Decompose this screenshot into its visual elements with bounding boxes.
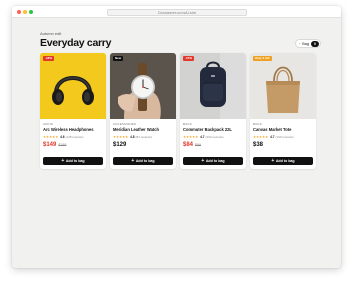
star-rating-icon: ★★★★★ xyxy=(253,134,269,139)
tote-bag-icon xyxy=(250,53,316,119)
product-category: ACCESSORIES xyxy=(113,122,137,126)
new-badge: New xyxy=(113,56,124,61)
minimize-window-button[interactable] xyxy=(23,10,27,14)
discount-badge: -15% xyxy=(183,56,195,61)
add-to-bag-label: Add to bag xyxy=(135,159,155,163)
product-card[interactable]: New ACCESSORIES Meridian Leather Watch ★… xyxy=(110,53,176,169)
product-prices: $149 $189 xyxy=(43,142,103,149)
bag-button[interactable]: Bag 0 xyxy=(295,39,321,48)
product-rating: ★★★★★ 4.7 (203 reviews) xyxy=(183,135,243,139)
product-image-watch[interactable]: New xyxy=(110,53,176,119)
add-to-bag-button[interactable]: + Add to bag xyxy=(183,157,243,165)
add-to-bag-button[interactable]: + Add to bag xyxy=(43,157,103,165)
discount-badge: -18% xyxy=(43,56,55,61)
original-price: $99 xyxy=(195,142,202,147)
review-count: (128 reviews) xyxy=(65,134,84,139)
maximize-window-button[interactable] xyxy=(29,10,33,14)
product-card[interactable]: Only 3 left BAGS Canvas Market Tote ★★★★… xyxy=(250,53,316,169)
product-category: BAGS xyxy=(183,122,192,126)
shopping-bag-icon xyxy=(299,42,301,45)
add-to-bag-label: Add to bag xyxy=(275,159,295,163)
product-category: BAGS xyxy=(253,122,262,126)
review-count: (84 reviews) xyxy=(135,134,152,139)
add-to-bag-button[interactable]: + Add to bag xyxy=(253,157,313,165)
plus-icon: + xyxy=(131,157,135,164)
product-rating: ★★★★★ 4.7 (160 reviews) xyxy=(253,135,313,139)
watch-icon xyxy=(110,53,176,119)
close-window-button[interactable] xyxy=(17,10,21,14)
backpack-icon xyxy=(180,53,246,119)
rating-score: 4.6 xyxy=(60,134,65,139)
product-prices: $38 xyxy=(253,142,313,149)
product-card[interactable]: -15% BAGS Commuter Backpack 22L ★★★★★ 4.… xyxy=(180,53,246,169)
sale-price: $149 xyxy=(43,141,57,148)
browser-window: Canvasrer-vccsAi.sim Autumn edit Everyda… xyxy=(12,6,341,268)
add-to-bag-label: Add to bag xyxy=(205,159,225,163)
original-price: $189 xyxy=(58,142,67,147)
product-grid: -18% AUDIO Arc Wireless Headphones ★★★★★… xyxy=(40,53,316,169)
product-name[interactable]: Commuter Backpack 22L xyxy=(183,127,243,132)
plus-icon: + xyxy=(61,157,65,164)
review-count: (160 reviews) xyxy=(275,134,294,139)
product-prices: $129 xyxy=(113,142,173,149)
product-image-backpack[interactable]: -15% xyxy=(180,53,246,119)
rating-score: 4.7 xyxy=(200,134,205,139)
stock-badge: Only 3 left xyxy=(253,56,272,61)
price: $129 xyxy=(113,141,127,148)
product-prices: $84 $99 xyxy=(183,142,243,149)
star-rating-icon: ★★★★★ xyxy=(43,134,59,139)
section-eyebrow: Autumn edit xyxy=(40,31,62,36)
sale-price: $84 xyxy=(183,141,194,148)
product-card[interactable]: -18% AUDIO Arc Wireless Headphones ★★★★★… xyxy=(40,53,106,169)
rating-score: 4.8 xyxy=(130,134,135,139)
page-title: Everyday carry xyxy=(40,37,112,49)
product-image-tote[interactable]: Only 3 left xyxy=(250,53,316,119)
plus-icon: + xyxy=(271,157,275,164)
headphones-icon xyxy=(40,53,106,119)
product-category: AUDIO xyxy=(43,122,54,126)
title-bar: Canvasrer-vccsAi.sim xyxy=(12,6,341,18)
product-rating: ★★★★★ 4.6 (128 reviews) xyxy=(43,135,103,139)
price: $38 xyxy=(253,141,264,148)
bag-label: Bag xyxy=(302,41,309,46)
plus-icon: + xyxy=(201,157,205,164)
bag-count-badge: 0 xyxy=(311,40,319,47)
product-name[interactable]: Arc Wireless Headphones xyxy=(43,127,103,132)
star-rating-icon: ★★★★★ xyxy=(183,134,199,139)
product-rating: ★★★★★ 4.8 (84 reviews) xyxy=(113,135,173,139)
add-to-bag-button[interactable]: + Add to bag xyxy=(113,157,173,165)
review-count: (203 reviews) xyxy=(205,134,224,139)
address-bar[interactable]: Canvasrer-vccsAi.sim xyxy=(107,8,247,16)
product-name[interactable]: Canvas Market Tote xyxy=(253,127,313,132)
star-rating-icon: ★★★★★ xyxy=(113,134,129,139)
rating-score: 4.7 xyxy=(270,134,275,139)
product-name[interactable]: Meridian Leather Watch xyxy=(113,127,173,132)
add-to-bag-label: Add to bag xyxy=(65,159,85,163)
product-image-headphones[interactable]: -18% xyxy=(40,53,106,119)
